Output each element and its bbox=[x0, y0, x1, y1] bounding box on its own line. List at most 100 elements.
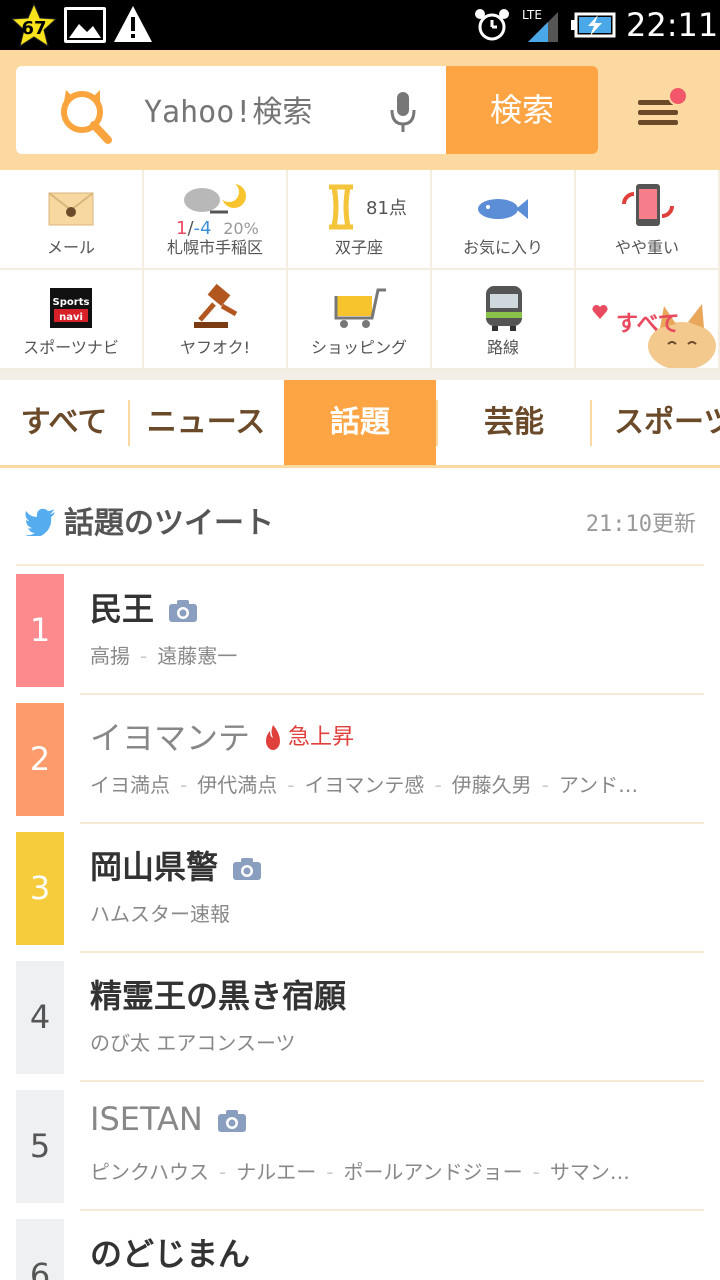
service-label: やや重い bbox=[614, 238, 679, 257]
trend-title-text: イヨマンテ bbox=[90, 719, 251, 757]
tab-entertainment[interactable]: 芸能 bbox=[438, 380, 590, 465]
svg-text:Sports: Sports bbox=[53, 297, 90, 308]
tab-sports[interactable]: スポーツ bbox=[592, 380, 720, 465]
trend-body: イヨマンテ 急上昇 イヨ満点 - 伊代満点 - イヨマンテ感 - 伊藤久男 - アンド… bbox=[80, 695, 704, 824]
related-term[interactable]: 高揚 bbox=[90, 644, 130, 668]
battery-charging-icon bbox=[571, 12, 616, 38]
tab-all[interactable]: すべて bbox=[0, 380, 128, 465]
related-terms: のび太 エアコンスーツ bbox=[90, 1027, 700, 1056]
search-header: 検索 bbox=[0, 50, 720, 170]
service-grid: メール 1/-4 20% 札幌市手稲区 81点 双子座 お気に入り やや重い S… bbox=[0, 170, 720, 370]
tab-topics[interactable]: 話題 bbox=[284, 380, 436, 465]
term-separator: - bbox=[287, 773, 295, 797]
related-term[interactable]: イヨマンテ感 bbox=[304, 773, 424, 797]
trend-title: イヨマンテ bbox=[90, 713, 250, 759]
rank-badge: 1 bbox=[16, 574, 64, 687]
trend-body: ISETAN ピンクハウス - ナルエー - ポールアンドジョー - サマン… bbox=[80, 1082, 704, 1211]
term-separator: - bbox=[326, 1160, 334, 1184]
term-separator: - bbox=[180, 773, 188, 797]
service-transit[interactable]: 路線 bbox=[432, 270, 576, 370]
service-label: 双子座 bbox=[334, 238, 383, 257]
trend-body: 岡山県警ハムスター速報 bbox=[80, 824, 704, 953]
related-term[interactable]: 伊代満点 bbox=[197, 773, 277, 797]
trend-row[interactable]: 1 民王 高揚 - 遠藤憲一 bbox=[16, 566, 704, 695]
service-label: 札幌市手稲区 bbox=[166, 238, 263, 257]
trend-row[interactable]: 3 岡山県警 ハムスター速報 bbox=[16, 824, 704, 953]
lte-signal-icon: LTE bbox=[522, 8, 558, 42]
related-term[interactable]: 遠藤憲一 bbox=[157, 644, 237, 668]
rank-badge: 5 bbox=[16, 1090, 64, 1203]
term-separator: - bbox=[532, 1160, 540, 1184]
trend-body: 民王高揚 - 遠藤憲一 bbox=[80, 566, 704, 695]
trend-row[interactable]: 4 精霊王の黒き宿願 のび太 エアコンスーツ bbox=[16, 953, 704, 1082]
related-term[interactable]: イヨ満点 bbox=[90, 773, 170, 797]
related-term[interactable]: ポールアンドジョー bbox=[343, 1160, 522, 1184]
horoscope-score: 81点 bbox=[366, 198, 407, 219]
weather-icon bbox=[184, 182, 246, 214]
updated-time: 21:10更新 bbox=[585, 512, 696, 537]
trend-body: 精霊王の黒き宿願のび太 エアコンスーツ bbox=[80, 953, 704, 1082]
related-term[interactable]: ハムスター速報 bbox=[90, 902, 230, 926]
menu-icon[interactable] bbox=[632, 86, 696, 138]
trend-title-text: 精霊王の黒き宿願 bbox=[90, 977, 347, 1015]
service-mail[interactable]: メール bbox=[0, 170, 144, 270]
service-all[interactable]: すべて bbox=[576, 270, 720, 370]
camera-icon bbox=[233, 858, 262, 880]
trend-title-text: のどじまん bbox=[90, 1235, 251, 1273]
fish-icon bbox=[478, 199, 528, 219]
category-tabs: すべて ニュース 話題 芸能 スポーツ bbox=[0, 380, 720, 468]
clock: 22:11 bbox=[626, 6, 719, 44]
related-terms: イヨ満点 - 伊代満点 - イヨマンテ感 - 伊藤久男 - アンド… bbox=[90, 769, 700, 798]
rising-label: 急上昇 bbox=[288, 725, 355, 750]
service-auctions[interactable]: ヤフオク! bbox=[144, 270, 288, 370]
term-separator: - bbox=[140, 644, 148, 668]
service-horoscope[interactable]: 81点 双子座 bbox=[288, 170, 432, 270]
rank-badge: 3 bbox=[16, 832, 64, 945]
network-label: LTE bbox=[522, 8, 542, 22]
camera-icon bbox=[169, 600, 198, 622]
mail-icon bbox=[48, 192, 94, 226]
trend-body: のどじまん bbox=[80, 1211, 704, 1280]
cat-search-icon bbox=[61, 90, 112, 144]
trend-row[interactable]: 2 イヨマンテ 急上昇 イヨ満点 - 伊代満点 - イヨマンテ感 - 伊藤久男 - アンド… bbox=[16, 695, 704, 824]
trend-row[interactable]: 5 ISETAN ピンクハウス - ナルエー - ポールアンドジョー - サマン… bbox=[16, 1082, 704, 1211]
related-term[interactable]: ピンクハウス bbox=[90, 1160, 209, 1184]
trend-title: 岡山県警 bbox=[90, 842, 262, 888]
search-box[interactable] bbox=[16, 66, 446, 154]
status-bar: 67 LTE 22:11 bbox=[0, 0, 720, 50]
phone-rotate-icon bbox=[622, 184, 674, 226]
star-badge-icon: 67 bbox=[10, 2, 58, 48]
gemini-icon bbox=[329, 184, 353, 230]
trend-title-text: 岡山県警 bbox=[90, 848, 219, 886]
service-weather[interactable]: 1/-4 20% 札幌市手稲区 bbox=[144, 170, 288, 270]
search-input[interactable] bbox=[144, 92, 384, 132]
rank-badge: 2 bbox=[16, 703, 64, 816]
trend-title-text: 民王 bbox=[90, 590, 155, 628]
tab-news[interactable]: ニュース bbox=[130, 380, 282, 465]
service-label: ヤフオク! bbox=[179, 338, 251, 357]
cart-icon bbox=[334, 288, 386, 328]
rank-badge: 6 bbox=[16, 1219, 64, 1280]
related-term[interactable]: アンド… bbox=[559, 773, 638, 797]
service-favorites[interactable]: お気に入り bbox=[432, 170, 576, 270]
related-term[interactable]: のび太 エアコンスーツ bbox=[90, 1031, 296, 1055]
related-terms: ハムスター速報 bbox=[90, 898, 700, 927]
trend-row[interactable]: 6 のどじまん bbox=[16, 1211, 704, 1280]
service-sportsnavi[interactable]: Sports navi スポーツナビ bbox=[0, 270, 144, 370]
related-term[interactable]: ナルエー bbox=[236, 1160, 316, 1184]
trend-title-text: ISETAN bbox=[90, 1100, 203, 1138]
service-shopping[interactable]: ショッピング bbox=[288, 270, 432, 370]
service-label: メール bbox=[46, 238, 95, 257]
related-term[interactable]: 伊藤久男 bbox=[452, 773, 532, 797]
service-battery-status[interactable]: やや重い bbox=[576, 170, 720, 270]
microphone-icon[interactable] bbox=[388, 90, 418, 134]
search-button[interactable]: 検索 bbox=[446, 66, 598, 154]
trending-tweets-header: 話題のツイート 21:10更新 bbox=[16, 480, 704, 566]
alarm-icon bbox=[475, 9, 509, 41]
related-term[interactable]: サマン… bbox=[550, 1160, 630, 1184]
warning-icon bbox=[114, 6, 152, 42]
section-title: 話題のツイート bbox=[64, 506, 274, 541]
badge-count: 67 bbox=[21, 18, 46, 39]
heart-icon bbox=[592, 304, 608, 319]
rank-badge: 4 bbox=[16, 961, 64, 1074]
